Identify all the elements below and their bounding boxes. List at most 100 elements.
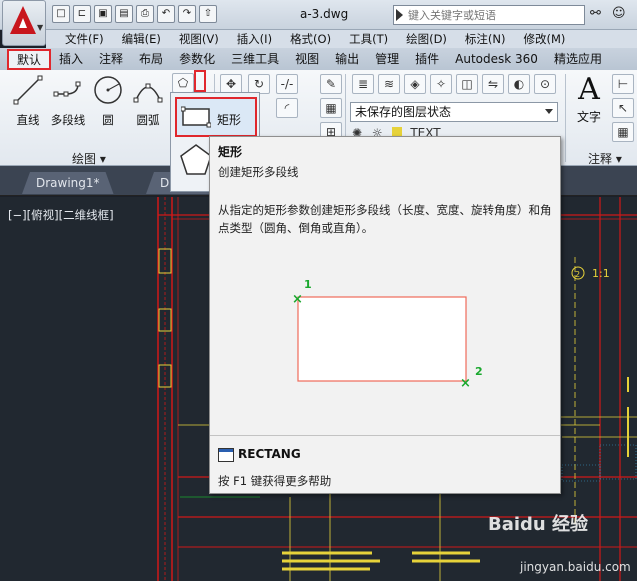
panel-divider	[565, 74, 566, 162]
autocad-logo-icon	[10, 6, 36, 34]
rotate-icon[interactable]: ↻	[248, 74, 270, 94]
tab-layout[interactable]: 布局	[131, 48, 171, 70]
tab-autodesk-360[interactable]: Autodesk 360	[447, 48, 546, 70]
tab-insert[interactable]: 插入	[51, 48, 91, 70]
document-title: a-3.dwg	[300, 7, 349, 21]
polygon-icon[interactable]: ⬠	[172, 73, 194, 93]
layer-state-dropdown[interactable]: 未保存的图层状态	[350, 102, 558, 122]
rectangle-menu-item[interactable]: 矩形	[175, 97, 257, 137]
trim-icon[interactable]: -/-	[276, 74, 298, 94]
save-icon[interactable]: ▣	[94, 5, 112, 23]
annotation-panel-label[interactable]: 注释 ▾	[588, 150, 622, 167]
rectangle-dropdown-highlight[interactable]	[194, 70, 206, 92]
menu-format[interactable]: 格式(O)	[281, 30, 340, 48]
tooltip-description: 从指定的矩形参数创建矩形多段线（长度、宽度、旋转角度）和角点类型（圆角、倒角或直…	[218, 203, 552, 235]
search-box[interactable]	[393, 5, 585, 25]
quick-access-toolbar: □ ⊏ ▣ ▤ ⎙ ↶ ↷ ⇧	[52, 5, 217, 25]
arc-icon	[132, 74, 164, 106]
menu-view[interactable]: 视图(V)	[170, 30, 228, 48]
explode-icon[interactable]: ▦	[320, 98, 342, 118]
layer-lock-icon[interactable]: ◫	[456, 74, 478, 94]
text-tool-label: 文字	[576, 110, 601, 124]
tab-parametric[interactable]: 参数化	[171, 48, 223, 70]
title-bar: □ ⊏ ▣ ▤ ⎙ ↶ ↷ ⇧ a-3.dwg ⚯ ☺	[0, 0, 637, 30]
line-tool-label: 直线	[16, 113, 40, 127]
command-icon	[218, 448, 234, 462]
draw-panel-label[interactable]: 绘图 ▾	[72, 150, 106, 167]
layer-isolate-icon[interactable]: ◈	[404, 74, 426, 94]
layer-state-icon[interactable]: ≋	[378, 74, 400, 94]
tooltip-title: 矩形	[218, 145, 243, 159]
tab-plugins[interactable]: 插件	[407, 48, 447, 70]
menu-draw[interactable]: 绘图(D)	[397, 30, 456, 48]
svg-text:×: ×	[292, 292, 303, 307]
pentagon-icon	[180, 144, 212, 175]
tab-3d-tools[interactable]: 三维工具	[223, 48, 287, 70]
move-icon[interactable]: ✥	[220, 74, 242, 94]
menu-tools[interactable]: 工具(T)	[340, 30, 397, 48]
chevron-down-icon	[545, 109, 553, 114]
save-as-icon[interactable]: ▤	[115, 5, 133, 23]
menu-edit[interactable]: 编辑(E)	[113, 30, 170, 48]
search-input[interactable]	[408, 7, 580, 23]
autocad-window: □ ⊏ ▣ ▤ ⎙ ↶ ↷ ⇧ a-3.dwg ⚯ ☺ ▼ 文件(F) 编辑(E…	[0, 0, 637, 581]
menu-dimension[interactable]: 标注(N)	[456, 30, 515, 48]
svg-text:2: 2	[575, 270, 580, 279]
text-icon: A	[578, 72, 600, 107]
application-menu-button[interactable]: ▼	[2, 0, 46, 46]
tab-manage[interactable]: 管理	[367, 48, 407, 70]
rectangle-tooltip: 矩形 创建矩形多段线 从指定的矩形参数创建矩形多段线（长度、宽度、旋转角度）和角…	[209, 136, 561, 494]
corner-point-2-label: 2	[475, 365, 483, 378]
tooltip-command: RECTANG	[238, 447, 301, 461]
menu-insert[interactable]: 插入(I)	[228, 30, 281, 48]
circle-tool-button[interactable]: 圆	[88, 74, 128, 128]
layer-match-icon[interactable]: ⇋	[482, 74, 504, 94]
chevron-down-icon: ▼	[37, 23, 44, 32]
search-expand-icon[interactable]	[396, 9, 403, 21]
table-icon[interactable]: ▦	[612, 122, 634, 142]
erase-icon[interactable]: ✎	[320, 74, 342, 94]
rectangle-illustration: × ×	[292, 292, 471, 391]
baidu-watermark: Baidu 经验	[488, 514, 589, 535]
layer-off-icon[interactable]: ◐	[508, 74, 530, 94]
redo-icon[interactable]: ↷	[178, 5, 196, 23]
layer-freeze-icon[interactable]: ✧	[430, 74, 452, 94]
menu-bar: 文件(F) 编辑(E) 视图(V) 插入(I) 格式(O) 工具(T) 绘图(D…	[46, 30, 637, 48]
tab-view[interactable]: 视图	[287, 48, 327, 70]
undo-icon[interactable]: ↶	[157, 5, 175, 23]
line-tool-button[interactable]: 直线	[8, 74, 48, 128]
tooltip-help: 按 F1 键获得更多帮助	[218, 474, 332, 488]
print-icon[interactable]: ⎙	[136, 5, 154, 23]
baidu-watermark-url: jingyan.baidu.com	[520, 560, 631, 574]
user-icon[interactable]: ☺	[612, 6, 628, 22]
polyline-icon	[52, 74, 84, 106]
open-folder-icon[interactable]: ⊏	[73, 5, 91, 23]
leader-icon[interactable]: ↖	[612, 98, 634, 118]
dimension-icon[interactable]: ⊢	[612, 74, 634, 94]
layer-on-icon[interactable]: ⊙	[534, 74, 556, 94]
fillet-icon[interactable]: ◜	[276, 98, 298, 118]
menu-file[interactable]: 文件(F)	[56, 30, 113, 48]
tab-output[interactable]: 输出	[327, 48, 367, 70]
tab-annotate[interactable]: 注释	[91, 48, 131, 70]
arc-tool-button[interactable]: 圆弧	[128, 74, 168, 128]
scale-label: 1:1	[592, 267, 610, 280]
menu-modify[interactable]: 修改(M)	[515, 30, 575, 48]
rectangle-menu-label: 矩形	[217, 113, 242, 127]
tab-default[interactable]: 默认	[7, 49, 52, 70]
share-icon[interactable]: ⇧	[199, 5, 217, 23]
tooltip-divider	[210, 435, 560, 436]
polyline-tool-button[interactable]: 多段线	[48, 74, 88, 128]
ribbon-tabs: 默认 插入 注释 布局 参数化 三维工具 视图 输出 管理 插件 Autodes…	[0, 48, 637, 70]
layer-state-value: 未保存的图层状态	[355, 105, 452, 119]
tab-featured-apps[interactable]: 精选应用	[546, 48, 610, 70]
tab-drawing1[interactable]: Drawing1*	[22, 172, 114, 194]
new-file-icon[interactable]: □	[52, 5, 70, 23]
circle-tool-label: 圆	[102, 113, 114, 127]
binoculars-icon[interactable]: ⚯	[590, 6, 606, 22]
polyline-tool-label: 多段线	[50, 113, 86, 127]
text-tool-button[interactable]: A 文字	[572, 72, 606, 125]
layer-properties-icon[interactable]: ≣	[352, 74, 374, 94]
tooltip-subtitle: 创建矩形多段线	[218, 165, 299, 179]
rectangle-icon	[181, 106, 211, 128]
